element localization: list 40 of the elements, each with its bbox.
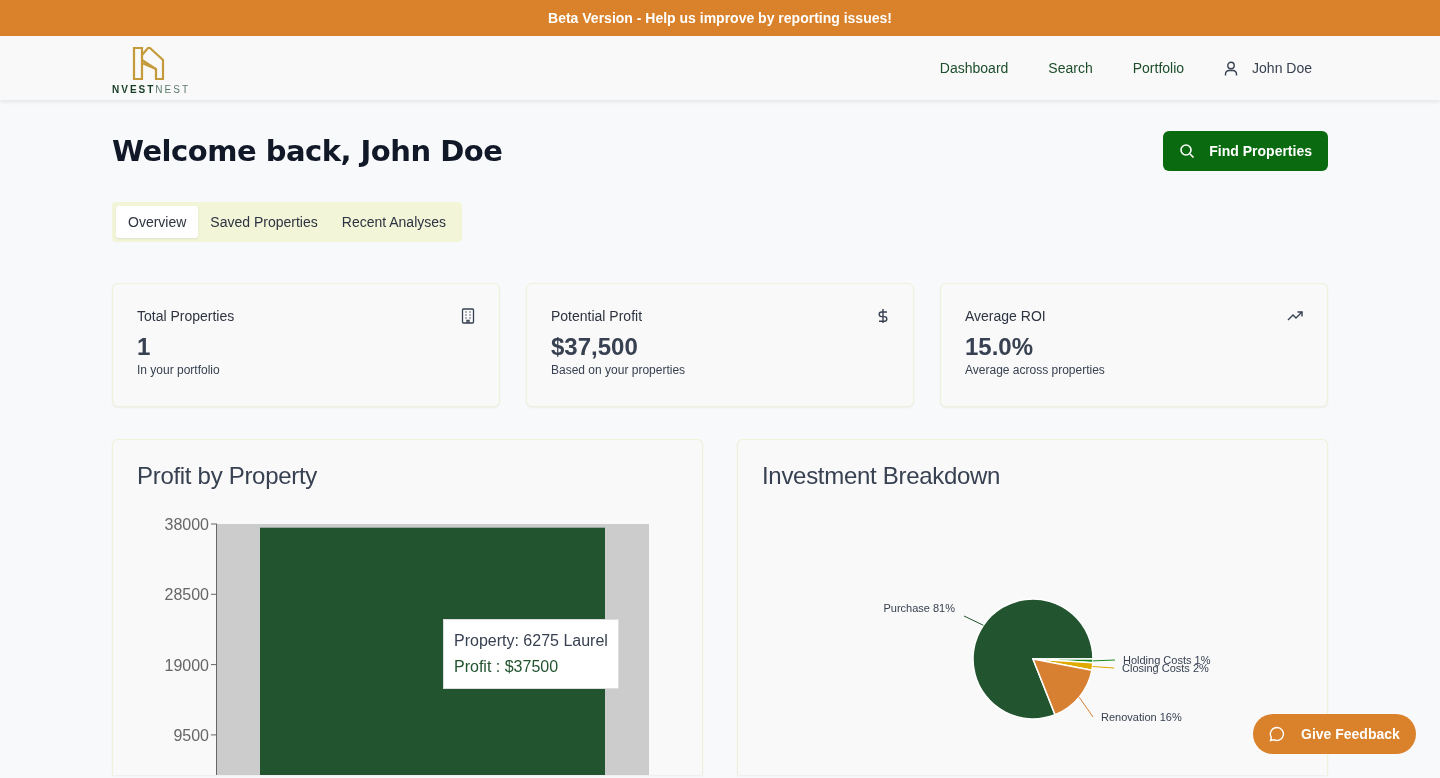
tooltip-value: Profit : $37500 — [454, 658, 560, 676]
stat-caption: In your portfolio — [137, 363, 221, 377]
building-icon — [461, 308, 475, 324]
stat-caption: Based on your properties — [551, 363, 687, 377]
leader-line — [1092, 659, 1116, 662]
y-tick-label: 19000 — [164, 656, 209, 674]
y-tick-label: 28500 — [164, 586, 209, 604]
nav-link[interactable]: Search — [1048, 60, 1093, 76]
slice-label: Purchase 81% — [883, 602, 955, 614]
stat-value: 15.0% — [965, 333, 1035, 361]
beta-banner: Beta Version - Help us improve by reporting issues! — [0, 0, 1440, 36]
leader-line — [1078, 696, 1094, 718]
dollar-icon — [877, 308, 889, 324]
stat-value: $37,500 — [551, 333, 639, 361]
chart-title: Investment Breakdown — [762, 462, 1002, 490]
slice-label: Renovation 16% — [1101, 711, 1182, 723]
tooltip-title: Property: 6275 Laurel — [454, 632, 608, 650]
y-tick-label: 38000 — [164, 516, 209, 533]
user-icon — [1224, 60, 1239, 76]
user-menu[interactable]: John Doe — [1224, 60, 1312, 76]
leader-line — [963, 615, 984, 626]
page-title: Welcome back, John Doe — [112, 134, 503, 168]
chart-title: Profit by Property — [137, 462, 318, 490]
logo-text: NVESTNEST — [112, 84, 190, 95]
chat-bubble-icon — [1269, 726, 1285, 742]
leader-line — [1092, 666, 1115, 669]
nav-link[interactable]: Portfolio — [1132, 60, 1185, 76]
nav-link[interactable]: Dashboard — [939, 60, 1009, 76]
stat-title: Average ROI — [965, 308, 1046, 324]
y-tick-label: 9500 — [173, 726, 209, 744]
stat-caption: Average across properties — [965, 363, 1106, 377]
stat-value: 1 — [137, 333, 152, 361]
search-icon — [1179, 143, 1196, 159]
stat-title: Total Properties — [137, 308, 235, 324]
tab[interactable]: Saved Properties — [198, 206, 330, 238]
tab[interactable]: Overview — [116, 206, 199, 238]
stat-title: Potential Profit — [551, 308, 643, 324]
find-properties-button[interactable]: Find Properties — [1163, 131, 1328, 171]
trend-up-icon — [1287, 311, 1303, 321]
tab[interactable]: Recent Analyses — [329, 206, 459, 238]
